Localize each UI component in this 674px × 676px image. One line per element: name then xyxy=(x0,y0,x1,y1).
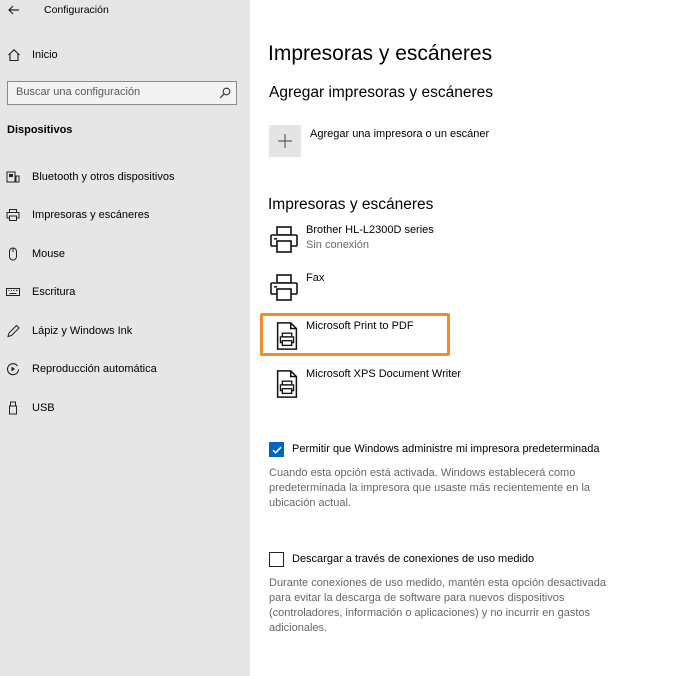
nav-home[interactable]: Inicio xyxy=(0,44,250,68)
back-button[interactable] xyxy=(6,2,22,18)
home-icon xyxy=(8,49,20,62)
sidebar-item-autoplay[interactable]: Reproducción automática xyxy=(0,356,250,382)
add-printer-button[interactable] xyxy=(269,125,301,157)
printer-icon xyxy=(6,209,20,221)
metered-download-checkbox-row[interactable]: Descargar a través de conexiones de uso … xyxy=(268,552,668,570)
printer-item-fax[interactable]: Fax xyxy=(268,272,668,312)
sidebar-item-usb[interactable]: USB xyxy=(0,395,250,421)
back-arrow-icon xyxy=(8,5,19,15)
sidebar-item-label: Bluetooth y otros dispositivos xyxy=(32,171,175,183)
sidebar-item-typing[interactable]: Escritura xyxy=(0,279,250,305)
autoplay-icon xyxy=(6,363,20,376)
search-icon[interactable] xyxy=(219,87,231,99)
fax-printer-icon xyxy=(270,274,298,301)
printers-section-title: Impresoras y escáneres xyxy=(268,196,434,213)
printer-name: Brother HL-L2300D series xyxy=(306,224,434,236)
printer-status: Sin conexión xyxy=(306,239,369,251)
plus-icon xyxy=(278,134,292,148)
sidebar-item-printers[interactable]: Impresoras y escáneres xyxy=(0,202,250,228)
sidebar-item-bluetooth[interactable]: Bluetooth y otros dispositivos xyxy=(0,164,250,190)
add-section-title: Agregar impresoras y escáneres xyxy=(269,84,493,101)
search-placeholder: Buscar una configuración xyxy=(16,86,141,98)
page-title: Impresoras y escáneres xyxy=(268,42,493,65)
printer-name: Microsoft XPS Document Writer xyxy=(306,368,462,380)
search-input[interactable]: Buscar una configuración xyxy=(7,81,237,105)
sidebar-item-label: Lápiz y Windows Ink xyxy=(32,325,133,337)
usb-icon xyxy=(9,401,17,415)
sidebar: Configuración Inicio Buscar una configur… xyxy=(0,0,250,676)
sidebar-item-label: Mouse xyxy=(32,248,66,260)
default-printer-checkbox-row[interactable]: Permitir que Windows administre mi impre… xyxy=(268,442,668,460)
metered-download-description: Durante conexiones de uso medido, mantén… xyxy=(269,577,606,634)
metered-download-checkbox[interactable] xyxy=(269,552,284,567)
printer-item-brother[interactable]: Brother HL-L2300D series Sin conexión xyxy=(268,224,668,264)
printer-name: Fax xyxy=(306,272,325,284)
pen-icon xyxy=(7,324,20,338)
sidebar-item-label: Reproducción automática xyxy=(32,363,157,375)
sidebar-item-label: USB xyxy=(32,402,55,414)
title-bar: Configuración xyxy=(0,0,250,24)
bluetooth-devices-icon xyxy=(6,171,20,183)
default-printer-label: Permitir que Windows administre mi impre… xyxy=(292,443,600,455)
sidebar-item-mouse[interactable]: Mouse xyxy=(0,241,250,267)
sidebar-item-pen[interactable]: Lápiz y Windows Ink xyxy=(0,318,250,344)
nav-home-label: Inicio xyxy=(32,49,58,61)
printer-item-xps-writer[interactable]: Microsoft XPS Document Writer xyxy=(268,368,668,408)
section-title: Dispositivos xyxy=(7,124,73,136)
app-title: Configuración xyxy=(44,4,109,16)
sidebar-item-label: Impresoras y escáneres xyxy=(32,209,150,221)
keyboard-icon xyxy=(6,288,20,296)
mouse-icon xyxy=(9,247,17,261)
checkmark-icon xyxy=(271,446,282,454)
printer-icon xyxy=(270,226,298,253)
metered-download-label: Descargar a través de conexiones de uso … xyxy=(292,553,535,565)
sidebar-item-label: Escritura xyxy=(32,286,76,298)
add-printer-label[interactable]: Agregar una impresora o un escáner xyxy=(310,128,489,140)
default-printer-description: Cuando esta opción está activada. Window… xyxy=(269,467,591,509)
highlight-box xyxy=(260,313,450,356)
document-printer-icon xyxy=(276,370,298,398)
default-printer-checkbox[interactable] xyxy=(269,442,284,457)
